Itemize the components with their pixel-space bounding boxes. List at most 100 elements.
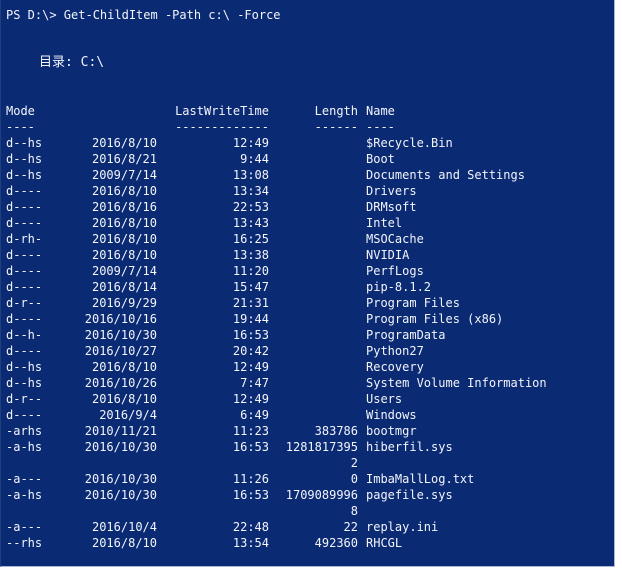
row-name: Recovery xyxy=(366,360,424,374)
row-name: PerfLogs xyxy=(366,264,424,278)
row-mode: -a--- xyxy=(6,472,43,486)
row-mode: d---- xyxy=(6,216,43,230)
table-row: d---- 2009/7/14 11:20 PerfLogs xyxy=(1,263,614,279)
row-time: 12:49 xyxy=(232,392,269,406)
table-row: d---- 2016/8/10 13:34 Drivers xyxy=(1,183,614,199)
row-date: 2016/10/16 xyxy=(84,312,157,326)
row-mode: d---- xyxy=(6,312,43,326)
table-row: d---- 2016/8/14 15:47 pip-8.1.2 xyxy=(1,279,614,295)
row-mode: d-r-- xyxy=(6,296,43,310)
table-row: d--hs 2016/8/21 9:44 Boot xyxy=(1,151,614,167)
table-row: -a-hs 2016/10/30 16:53 1281817395 hiberfil.s… xyxy=(1,439,614,471)
table-row: d---- 2016/8/16 22:53 DRMsoft xyxy=(1,199,614,215)
row-mode: d--hs xyxy=(6,136,43,150)
row-name: Intel xyxy=(366,216,403,230)
row-time: 13:54 xyxy=(232,536,269,550)
row-time: 11:23 xyxy=(232,424,269,438)
row-date: 2016/10/30 xyxy=(84,440,157,454)
row-time: 13:08 xyxy=(232,168,269,182)
row-name: System Volume Information xyxy=(366,376,547,390)
row-date: 2016/8/14 xyxy=(91,280,157,294)
row-length: 1281817395 xyxy=(285,440,358,454)
column-underline-row: ---- ------------- ------ ---- xyxy=(1,119,614,135)
header-last-write-time: LastWriteTime xyxy=(175,104,269,118)
row-name: replay.ini xyxy=(366,520,439,534)
row-length: 0 xyxy=(350,472,358,486)
row-date: 2009/7/14 xyxy=(91,168,157,182)
table-row: d--hs 2016/8/10 12:49 $Recycle.Bin xyxy=(1,135,614,151)
table-row: --rhs 2016/8/10 13:54 492360 RHCGL xyxy=(1,535,614,551)
row-name: Documents and Settings xyxy=(366,168,525,182)
row-length: 492360 xyxy=(314,536,358,550)
row-name: ImbaMallLog.txt xyxy=(366,472,475,486)
row-date: 2016/10/30 xyxy=(84,488,157,502)
table-row: -a--- 2016/10/4 22:48 22 replay.ini xyxy=(1,519,614,535)
row-length-wrap: 2 xyxy=(350,456,358,470)
row-name: $Recycle.Bin xyxy=(366,136,453,150)
row-date: 2016/10/27 xyxy=(84,344,157,358)
row-time: 15:47 xyxy=(232,280,269,294)
table-row: -a-hs 2016/10/30 16:53 1709089996 pagefile.s… xyxy=(1,487,614,519)
row-mode: d---- xyxy=(6,408,43,422)
row-name: Users xyxy=(366,392,403,406)
row-mode: d-rh- xyxy=(6,232,43,246)
row-mode: d---- xyxy=(6,344,43,358)
table-row: -arhs 2010/11/21 11:23 383786 bootmgr xyxy=(1,423,614,439)
row-mode: d---- xyxy=(6,264,43,278)
row-time: 11:26 xyxy=(232,472,269,486)
row-mode: -arhs xyxy=(6,424,43,438)
table-row: d--h- 2016/10/30 16:53 ProgramData xyxy=(1,327,614,343)
row-length: 383786 xyxy=(314,424,358,438)
row-mode: d---- xyxy=(6,280,43,294)
row-mode: d---- xyxy=(6,248,43,262)
row-length: 22 xyxy=(343,520,358,534)
table-row: d---- 2016/8/10 13:38 NVIDIA xyxy=(1,247,614,263)
table-row: d-r-- 2016/8/10 12:49 Users xyxy=(1,391,614,407)
row-time: 7:47 xyxy=(240,376,269,390)
row-mode: d--h- xyxy=(6,328,43,342)
table-row: d-rh- 2016/8/10 16:25 MSOCache xyxy=(1,231,614,247)
directory-label: 目录: C:\ xyxy=(39,55,105,70)
row-name: Drivers xyxy=(366,184,417,198)
row-mode: -a-hs xyxy=(6,488,43,502)
row-mode: d--hs xyxy=(6,360,43,374)
powershell-console[interactable]: PS D:\> Get-ChildItem -Path c:\ -Force 目… xyxy=(0,0,615,567)
table-row: d-r-- 2016/9/29 21:31 Program Files xyxy=(1,295,614,311)
row-time: 22:48 xyxy=(232,520,269,534)
table-row: d---- 2016/10/27 20:42 Python27 xyxy=(1,343,614,359)
row-date: 2009/7/14 xyxy=(91,264,157,278)
underline-name: ---- xyxy=(366,120,395,134)
row-date: 2016/9/29 xyxy=(91,296,157,310)
row-time: 9:44 xyxy=(240,152,269,166)
command-line: PS D:\> Get-ChildItem -Path c:\ -Force xyxy=(6,8,281,22)
row-date: 2016/8/10 xyxy=(91,536,157,550)
row-mode: d---- xyxy=(6,184,43,198)
row-date: 2016/10/30 xyxy=(84,328,157,342)
row-time: 20:42 xyxy=(232,344,269,358)
row-date: 2016/8/10 xyxy=(91,136,157,150)
row-date: 2016/8/21 xyxy=(91,152,157,166)
header-name: Name xyxy=(366,104,395,118)
row-time: 21:31 xyxy=(232,296,269,310)
row-time: 16:53 xyxy=(232,328,269,342)
row-mode: d--hs xyxy=(6,168,43,182)
row-date: 2016/9/4 xyxy=(99,408,157,422)
row-date: 2016/8/16 xyxy=(91,200,157,214)
table-row: d---- 2016/8/10 13:43 Intel xyxy=(1,215,614,231)
row-time: 13:38 xyxy=(232,248,269,262)
table-row: d--hs 2009/7/14 13:08 Documents and Setting… xyxy=(1,167,614,183)
table-row: -a--- 2016/10/30 11:26 0 ImbaMallLog.txt xyxy=(1,471,614,487)
row-mode: d--hs xyxy=(6,376,43,390)
row-time: 16:53 xyxy=(232,488,269,502)
table-row: d---- 2016/10/16 19:44 Program Files (x86) xyxy=(1,311,614,327)
row-name: bootmgr xyxy=(366,424,417,438)
row-name: Program Files (x86) xyxy=(366,312,504,326)
underline-length: ------ xyxy=(314,120,358,134)
underline-last-write-time: ------------- xyxy=(175,120,269,134)
row-date: 2016/10/26 xyxy=(84,376,157,390)
row-date: 2016/8/10 xyxy=(91,232,157,246)
row-date: 2016/8/10 xyxy=(91,248,157,262)
row-mode: -a--- xyxy=(6,520,43,534)
row-mode: -a-hs xyxy=(6,440,43,454)
column-header-row: Mode LastWriteTime Length Name xyxy=(1,103,614,119)
